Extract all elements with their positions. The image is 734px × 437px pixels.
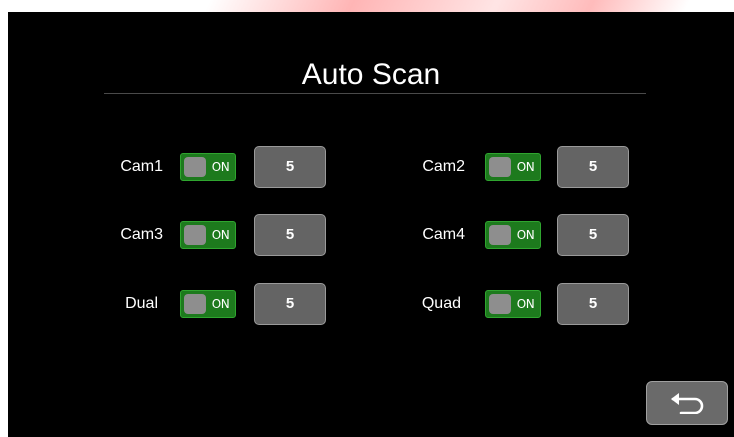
dwell-button-cam4[interactable]: 5 [557,214,629,256]
toggle-knob [489,225,511,245]
channel-label-cam4: Cam4 [422,226,465,243]
dwell-button-quad[interactable]: 5 [557,283,629,325]
dwell-button-cam2[interactable]: 5 [557,146,629,188]
dwell-button-cam3[interactable]: 5 [254,214,326,256]
toggle-knob [184,225,206,245]
toggle-state: ON [516,228,535,242]
back-button[interactable] [646,381,728,425]
channel-label-cam2: Cam2 [422,158,465,175]
toggle-cam1[interactable]: ON [180,153,236,181]
page-title: Auto Scan [301,58,441,91]
channel-row-3: Dual ON 5 Quad ON 5 [8,283,734,325]
toggle-cam3[interactable]: ON [180,221,236,249]
top-banner [0,0,734,12]
return-arrow-icon [671,393,704,414]
toggle-state: ON [516,160,535,174]
toggle-state: ON [211,228,230,242]
channel-row-1: Cam1 ON 5 Cam2 ON 5 [8,146,734,188]
dwell-button-dual[interactable]: 5 [254,283,326,325]
toggle-cam4[interactable]: ON [485,221,541,249]
toggle-knob [489,157,511,177]
channel-label-cam1: Cam1 [120,158,163,175]
toggle-knob [184,157,206,177]
channel-label-cam3: Cam3 [120,226,163,243]
toggle-state: ON [211,297,230,311]
toggle-state: ON [211,160,230,174]
title-divider [104,93,646,94]
toggle-knob [184,294,206,314]
toggle-quad[interactable]: ON [485,290,541,318]
dwell-button-cam1[interactable]: 5 [254,146,326,188]
watermark-mark [196,0,704,12]
toggle-cam2[interactable]: ON [485,153,541,181]
auto-scan-screen: Auto Scan Cam1 ON 5 Cam2 ON 5 Cam3 ON 5 … [8,12,734,437]
channel-row-2: Cam3 ON 5 Cam4 ON 5 [8,214,734,256]
toggle-state: ON [516,297,535,311]
channel-label-dual: Dual [125,295,158,312]
toggle-knob [489,294,511,314]
channel-label-quad: Quad [421,295,461,312]
toggle-dual[interactable]: ON [180,290,236,318]
